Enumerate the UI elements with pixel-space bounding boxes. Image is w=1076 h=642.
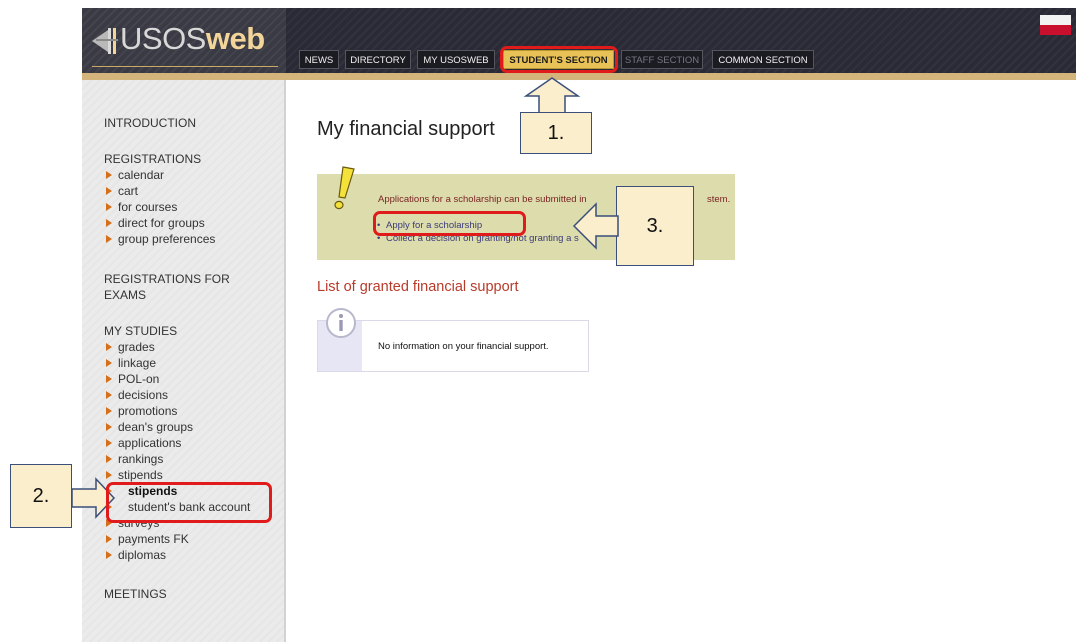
logo[interactable]: USOSweb bbox=[120, 14, 265, 64]
sidebar-item-deans-groups[interactable]: dean's groups bbox=[104, 419, 250, 435]
sidebar-item-payments-fk[interactable]: payments FK bbox=[104, 531, 250, 547]
sidebar-studies-list: grades linkage POL-on decisions promotio… bbox=[104, 339, 250, 563]
sidebar-item-cart[interactable]: cart bbox=[104, 183, 215, 199]
sidebar-item-pol-on[interactable]: POL-on bbox=[104, 371, 250, 387]
notice-text-end: stem. bbox=[707, 194, 731, 205]
callout-step-3: 3. bbox=[616, 186, 694, 266]
tab-staff-section[interactable]: STAFF SECTION bbox=[621, 50, 703, 69]
callout-step-1: 1. bbox=[520, 112, 592, 154]
sidebar-meetings[interactable]: MEETINGS bbox=[104, 586, 167, 602]
sidebar-registrations-list: calendar cart for courses direct for gro… bbox=[104, 167, 215, 247]
info-text: No information on your financial support… bbox=[378, 341, 549, 352]
list-title: List of granted financial support bbox=[317, 279, 519, 295]
sidebar-item-linkage[interactable]: linkage bbox=[104, 355, 250, 371]
sidebar-introduction[interactable]: INTRODUCTION bbox=[104, 115, 196, 131]
info-icon bbox=[326, 308, 356, 338]
page-title: My financial support bbox=[317, 118, 495, 140]
highlight-apply-scholarship bbox=[373, 211, 526, 236]
tab-common-section[interactable]: COMMON SECTION bbox=[712, 50, 814, 69]
arrow-left-icon bbox=[572, 202, 619, 250]
usos-logo-icon bbox=[92, 28, 118, 54]
highlight-students-section bbox=[500, 46, 618, 73]
sidebar-registrations-exams[interactable]: REGISTRATIONS FOR EXAMS bbox=[104, 271, 230, 303]
logo-underline bbox=[92, 66, 278, 67]
sidebar-item-grades[interactable]: grades bbox=[104, 339, 250, 355]
sidebar-item-promotions[interactable]: promotions bbox=[104, 403, 250, 419]
warning-exclamation-icon bbox=[334, 166, 355, 210]
tab-my-usosweb[interactable]: MY USOSWEB bbox=[417, 50, 495, 69]
sidebar-item-direct-for-groups[interactable]: direct for groups bbox=[104, 215, 215, 231]
polish-flag-icon[interactable] bbox=[1040, 15, 1071, 35]
sidebar-registrations-exams-line1: REGISTRATIONS FOR bbox=[104, 272, 230, 286]
sidebar-registrations-exams-line2: EXAMS bbox=[104, 288, 147, 302]
sidebar-item-rankings[interactable]: rankings bbox=[104, 451, 250, 467]
highlight-stipends-menu bbox=[106, 482, 272, 523]
tab-news[interactable]: NEWS bbox=[299, 50, 339, 69]
sidebar-my-studies[interactable]: MY STUDIES bbox=[104, 323, 177, 339]
sidebar-item-decisions[interactable]: decisions bbox=[104, 387, 250, 403]
callout-step-2: 2. bbox=[10, 464, 72, 528]
sidebar-registrations[interactable]: REGISTRATIONS bbox=[104, 151, 201, 167]
sidebar-item-stipends[interactable]: stipends bbox=[104, 467, 250, 483]
sidebar-item-group-preferences[interactable]: group preferences bbox=[104, 231, 215, 247]
notice-text: Applications for a scholarship can be su… bbox=[378, 194, 587, 205]
sidebar-item-for-courses[interactable]: for courses bbox=[104, 199, 215, 215]
tab-directory[interactable]: DIRECTORY bbox=[345, 50, 411, 69]
sidebar-item-diplomas[interactable]: diplomas bbox=[104, 547, 250, 563]
sidebar-item-calendar[interactable]: calendar bbox=[104, 167, 215, 183]
sidebar-item-applications[interactable]: applications bbox=[104, 435, 250, 451]
